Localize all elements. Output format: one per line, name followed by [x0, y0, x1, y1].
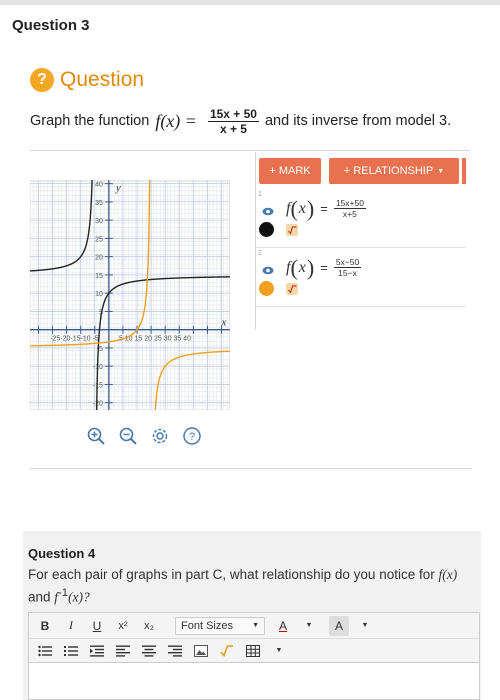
text-color-button[interactable]: A — [273, 616, 293, 636]
prompt-numerator: 15x + 50 — [207, 106, 259, 122]
add-mark-button[interactable]: + MARK — [259, 158, 321, 184]
y-tick-label: 10 — [95, 291, 103, 298]
relationship-label: + RELATIONSHIP — [343, 165, 434, 177]
denominator: x+5 — [342, 209, 357, 219]
func-arg: x — [298, 199, 306, 217]
color-swatch-black[interactable] — [259, 222, 274, 237]
superscript-button[interactable]: x² — [113, 616, 133, 636]
panel-edge-button[interactable] — [462, 158, 466, 184]
chevron-down-icon[interactable]: ▼ — [355, 616, 375, 636]
answer-editor[interactable]: B I U x² x₂ Font Sizes ▼ A ▼ A ▼ ▼ — [28, 612, 480, 700]
x-tick-labels-right: 5 10 15 20 25 30 35 40 — [119, 336, 191, 343]
add-relationship-button[interactable]: + RELATIONSHIP ▼ — [329, 158, 459, 184]
top-bar — [0, 0, 500, 5]
font-sizes-dropdown[interactable]: Font Sizes ▼ — [175, 616, 265, 635]
graph-toolbar: ? — [84, 424, 204, 448]
function-expression-1[interactable]: f (x) = 15x+50 x+5 — [286, 197, 366, 219]
y-tick-label: 15 — [95, 273, 103, 280]
bullet-list-icon[interactable] — [35, 641, 55, 661]
divider-bottom — [30, 468, 472, 469]
y-tick-label: 30 — [95, 218, 103, 225]
function-row-2[interactable]: 2 f (x) = 5x−50 15−x — [256, 249, 466, 307]
divider-top — [30, 150, 470, 151]
help-glyph: ? — [189, 431, 195, 443]
subscript-button[interactable]: x₂ — [139, 616, 159, 636]
question-help-icon: ? — [30, 68, 54, 92]
q4-finv-arg: (x)? — [68, 589, 90, 605]
insert-math-icon[interactable] — [217, 641, 237, 661]
prompt-function-lhs: f(x) = — [155, 110, 197, 131]
q4-finv-sup: -1 — [58, 587, 69, 599]
zoom-in-button[interactable] — [84, 424, 108, 448]
align-right-icon[interactable] — [165, 641, 185, 661]
sqrt-icon[interactable] — [286, 283, 298, 295]
numerator: 15x+50 — [333, 198, 366, 209]
question-title-row: ? Question — [30, 66, 144, 94]
bold-button[interactable]: B — [35, 616, 55, 636]
prompt-denominator: x + 5 — [219, 121, 247, 136]
align-center-icon[interactable] — [139, 641, 159, 661]
graph-background — [30, 180, 230, 410]
y-tick-label: 40 — [95, 182, 103, 189]
equals: = — [320, 260, 328, 275]
graph-svg[interactable]: 403530252015105-5-10-15-20-25-20-15-10 -… — [30, 180, 230, 410]
q4-text-before: For each pair of graphs in part C, what … — [28, 567, 439, 582]
x-axis-label: x — [221, 317, 227, 329]
x-tick-labels-left: -25-20-15-10 -5 — [50, 336, 99, 343]
editor-toolbar-row-1: B I U x² x₂ Font Sizes ▼ A ▼ A ▼ — [29, 613, 479, 639]
italic-button[interactable]: I — [61, 616, 81, 636]
equals: = — [320, 201, 328, 216]
insert-image-icon[interactable] — [191, 641, 211, 661]
graph-help-button[interactable]: ? — [180, 424, 204, 448]
eye-icon[interactable] — [262, 207, 274, 216]
numbered-list-icon[interactable] — [61, 641, 81, 661]
chevron-down-icon[interactable]: ▼ — [299, 616, 319, 636]
question-prompt: Graph the function f(x) = 15x + 50 x + 5… — [30, 106, 470, 136]
chevron-down-icon: ▼ — [252, 622, 259, 629]
graph-settings-button[interactable] — [148, 424, 172, 448]
graph-canvas[interactable]: 40 35 30 25 20 15 10 5 -5 -10 -15 -20 -25-20-15-10 -… — [30, 180, 230, 410]
y-tick-label: 20 — [95, 255, 103, 262]
question-4-text: For each pair of graphs in part C, what … — [28, 566, 468, 607]
function-expression-2[interactable]: f (x) = 5x−50 15−x — [286, 256, 362, 278]
function-row-1[interactable]: 1 f (x) = 15x+50 x+5 — [256, 190, 466, 248]
y-tick-label: -15 — [93, 382, 103, 389]
function-index: 2 — [258, 250, 262, 257]
zoom-out-icon — [119, 427, 137, 445]
zoom-in-icon — [87, 427, 105, 445]
prompt-fraction: 15x + 50 x + 5 — [207, 106, 259, 136]
q4-and: and — [28, 589, 55, 605]
y-axis-label: y — [115, 182, 121, 194]
prompt-text-after: and its inverse from model 3. — [264, 113, 452, 129]
zoom-out-button[interactable] — [116, 424, 140, 448]
chevron-down-icon: ▼ — [437, 167, 445, 175]
y-tick-label: -20 — [93, 401, 103, 408]
color-swatch-orange[interactable] — [259, 281, 274, 296]
settings-icon — [152, 428, 168, 444]
function-index: 1 — [258, 191, 262, 198]
denominator: 15−x — [338, 268, 357, 278]
function-fraction: 5x−50 15−x — [333, 257, 362, 278]
underline-button[interactable]: U — [87, 616, 107, 636]
align-left-icon[interactable] — [113, 641, 133, 661]
numerator: 5x−50 — [333, 257, 362, 268]
eye-icon[interactable] — [262, 266, 274, 275]
insert-table-icon[interactable] — [243, 641, 263, 661]
indent-icon[interactable] — [87, 641, 107, 661]
y-tick-label: 35 — [95, 200, 103, 207]
question-title: Question — [60, 68, 145, 91]
y-tick-label: 25 — [95, 236, 103, 243]
question-3-header: Question 3 — [12, 17, 90, 34]
bg-color-button[interactable]: A — [329, 615, 349, 636]
help-icon: ? — [183, 427, 201, 445]
func-arg: x — [298, 258, 306, 276]
editor-toolbar-row-2: ▼ — [29, 639, 479, 663]
q4-fx: f(x) — [438, 567, 458, 582]
sqrt-icon[interactable] — [286, 224, 298, 236]
chevron-down-icon[interactable]: ▼ — [269, 641, 289, 661]
question-4-title: Question 4 — [28, 546, 96, 561]
function-fraction: 15x+50 x+5 — [333, 198, 366, 219]
prompt-text-before: Graph the function — [30, 113, 150, 129]
font-sizes-label: Font Sizes — [181, 619, 233, 632]
